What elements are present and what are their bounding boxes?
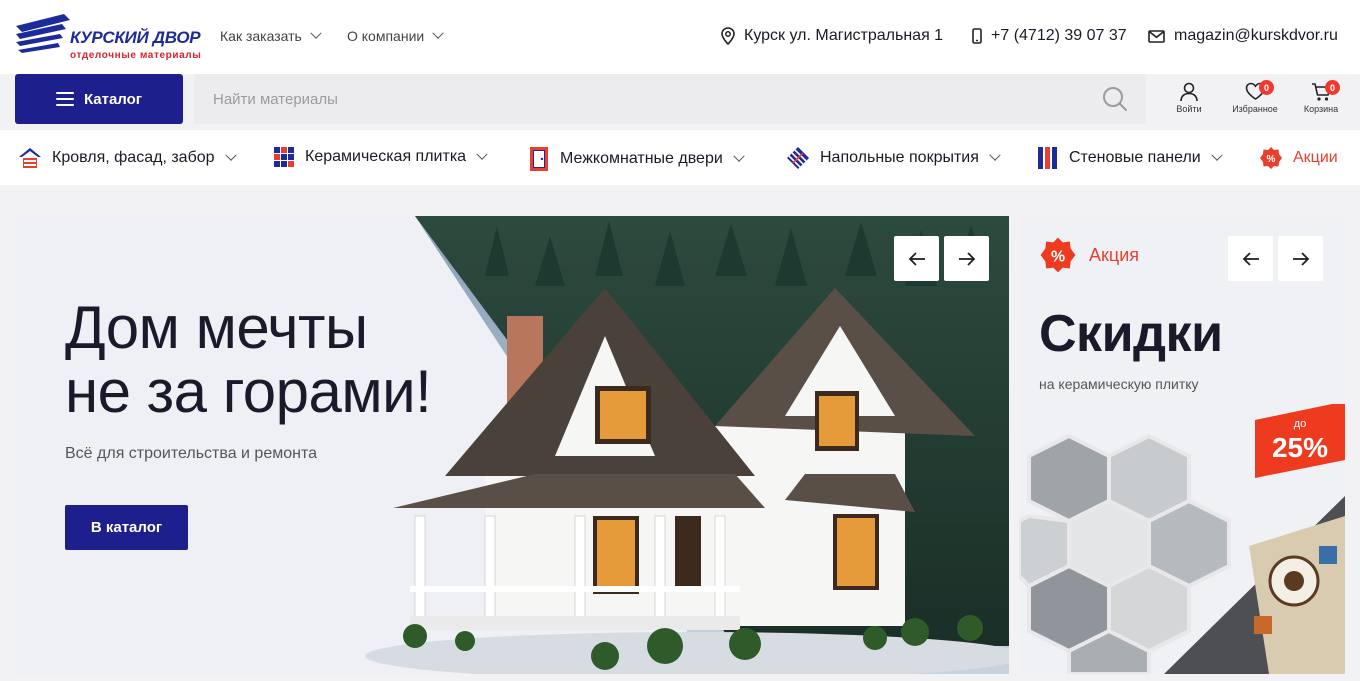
category-doors[interactable]: Межкомнатные двери [528,146,745,172]
phone-icon [972,28,982,44]
house-roof-icon [19,148,41,168]
percent-badge-icon: % [1040,237,1076,273]
phone-text: +7 (4712) 39 07 37 [991,27,1127,44]
hero-banner: Дом мечты не за горами! Всё для строител… [15,216,1009,674]
search-icon[interactable] [1102,86,1128,112]
category-roofing[interactable]: Кровля, фасад, забор [18,146,237,170]
hero-catalog-button[interactable]: В каталог [65,505,188,550]
category-wall-panels[interactable]: Стеновые панели [1037,146,1223,170]
cart-label: Корзина [1303,104,1339,114]
percent-badge-icon: % [1260,147,1282,169]
login-button[interactable]: Войти [1159,82,1219,114]
chevron-down-icon [224,149,237,161]
logo-title: КУРСКИЙ ДВОР [70,28,201,47]
chevron-down-icon [1211,149,1223,161]
logo[interactable]: КУРСКИЙ ДВОР отделочные материалы [14,12,201,62]
arrow-right-icon [1292,251,1309,266]
top-bar: КУРСКИЙ ДВОР отделочные материалы Как за… [0,0,1360,74]
hero-title: Дом мечты не за горами! [65,294,432,425]
address-text: Курск ул. Магистральная 1 [744,27,944,44]
catalog-button[interactable]: Каталог [15,74,183,124]
svg-text:%: % [1267,154,1276,165]
category-flooring[interactable]: Напольные покрытия [786,146,1001,170]
address[interactable]: Курск ул. Магистральная 1 [721,27,943,45]
chevron-down-icon [432,27,444,39]
chevron-down-icon [310,27,322,39]
user-icon [1180,82,1198,102]
promo-title: Скидки [1039,305,1223,363]
email[interactable]: magazin@kurskdvor.ru [1148,27,1338,45]
favorites-count-badge: 0 [1259,80,1274,95]
category-wall-panels-label: Стеновые панели [1069,149,1201,166]
category-flooring-label: Напольные покрытия [820,149,979,166]
cart-button[interactable]: 0 Корзина [1291,80,1351,114]
promo-tag: % Акция [1039,236,1139,274]
wall-panels-icon [1038,147,1057,169]
category-nav: Кровля, фасад, забор Керамическая плитка… [0,130,1360,185]
category-ceramic-tile[interactable]: Керамическая плитка [273,146,488,168]
email-text: magazin@kurskdvor.ru [1174,27,1338,44]
discount-prefix: до [1293,418,1307,430]
favorites-label: Избранное [1232,104,1278,114]
chevron-down-icon [989,149,1001,161]
menu-icon [55,92,74,106]
category-doors-label: Межкомнатные двери [560,150,723,167]
arrow-left-icon [908,251,925,266]
category-ceramic-tile-label: Керамическая плитка [305,148,467,165]
cart-count-badge: 0 [1325,80,1340,95]
search-input[interactable] [194,74,1084,124]
hero-title-line-2: не за горами! [65,358,432,425]
arrow-left-icon [1242,251,1259,266]
category-promotions[interactable]: % Акции [1259,146,1338,170]
chevron-down-icon [476,148,488,160]
hero-title-line-1: Дом мечты [65,294,368,361]
hero-next-button[interactable] [944,236,989,281]
phone[interactable]: +7 (4712) 39 07 37 [972,27,1127,45]
discount-value: 25% [1271,432,1329,463]
promo-prev-button[interactable] [1228,236,1273,281]
nav-about-label: О компании [347,28,425,44]
nav-about[interactable]: О компании [347,27,444,44]
nav-how-to-order[interactable]: Как заказать [220,27,322,44]
nav-how-to-order-label: Как заказать [220,28,302,44]
category-promotions-label: Акции [1293,149,1338,166]
login-label: Войти [1176,104,1202,114]
search-bar [194,74,1146,124]
hero-subtitle: Всё для строительства и ремонта [65,445,317,462]
floor-diamond-icon [787,147,809,169]
promo-card[interactable]: % Акция Скидки на керамическую плитку до… [1019,216,1345,674]
discount-badge: до 25% [1255,404,1345,472]
mail-icon [1148,29,1165,43]
catalog-button-label: Каталог [83,90,143,108]
arrow-right-icon [958,251,975,266]
chevron-down-icon [733,150,745,162]
hero-prev-button[interactable] [894,236,939,281]
tile-grid-icon [274,147,294,167]
logo-subtitle: отделочные материалы [70,50,202,61]
category-roofing-label: Кровля, фасад, забор [52,149,215,166]
door-icon [530,147,548,171]
promo-next-button[interactable] [1278,236,1323,281]
svg-text:%: % [1051,248,1065,265]
map-pin-icon [721,27,735,45]
promo-subtitle: на керамическую плитку [1039,376,1199,392]
promo-tag-label: Акция [1089,244,1139,265]
favorites-button[interactable]: 0 Избранное [1225,80,1285,114]
logo-roof-icon [16,14,70,53]
